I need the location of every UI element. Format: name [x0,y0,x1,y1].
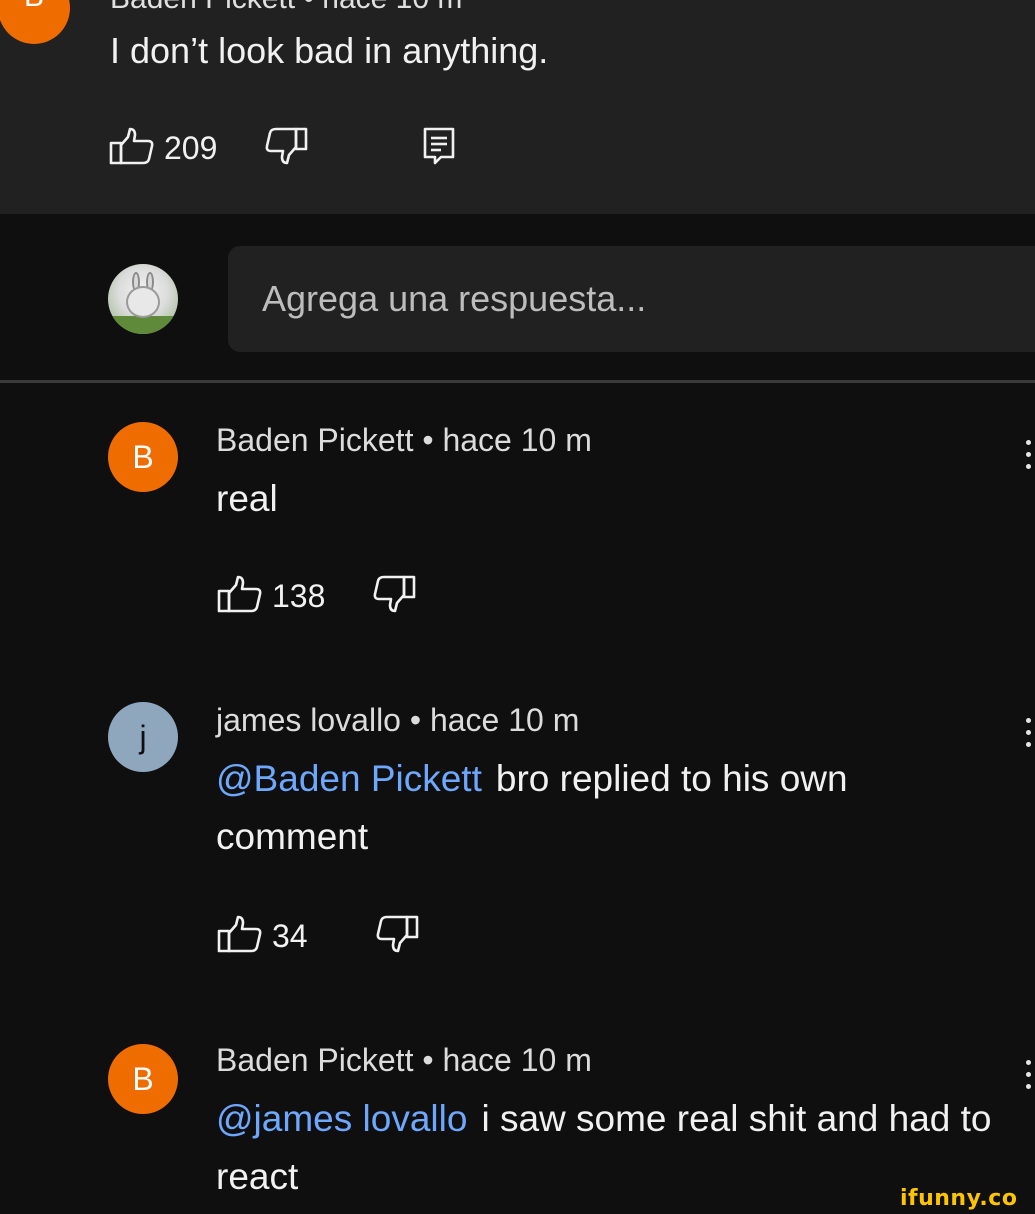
reply-actions: 138 [216,574,417,618]
reply-meta: Baden Pickett • hace 10 m [216,1042,592,1078]
reply-actions: 34 [216,914,420,958]
reply-text: @Baden Pickett bro replied to his own com… [216,750,1006,866]
more-vert-icon[interactable] [1026,440,1034,474]
parent-comment: B Baden Pickett • hace 10 m I don’t look… [0,0,1035,214]
reply-avatar[interactable]: j [108,702,178,772]
thumbs-up-icon[interactable] [108,126,156,171]
reply-text: @james lovallo i saw some real shit and h… [216,1090,1006,1206]
mention-link[interactable]: @james lovallo [216,1098,467,1139]
thumbs-down-icon[interactable] [373,574,417,619]
avatar-grass [108,316,178,334]
reply-meta: james lovallo • hace 10 m [216,702,580,738]
reply-text: real [216,470,278,528]
divider [0,380,1035,383]
watermark: ifunny.co [900,1186,1018,1211]
thumbs-up-icon[interactable] [216,914,264,959]
comment-icon[interactable] [421,126,457,171]
parent-comment-text: I don’t look bad in anything. [110,30,549,71]
like-count: 209 [164,129,218,166]
thumbs-down-icon[interactable] [376,914,420,959]
reply-body: real [216,478,278,519]
thumbs-up-icon[interactable] [216,574,264,619]
parent-comment-meta: Baden Pickett • hace 10 m [110,0,462,16]
parent-comment-actions: 209 [108,126,457,170]
reply-avatar[interactable]: B [108,422,178,492]
reply-avatar[interactable]: B [108,1044,178,1114]
parent-avatar[interactable]: B [0,0,70,44]
mention-link[interactable]: @Baden Pickett [216,758,482,799]
thumbs-down-icon[interactable] [265,126,309,171]
more-vert-icon[interactable] [1026,718,1034,752]
reply-input[interactable] [228,246,1035,352]
like-count: 138 [272,577,326,614]
avatar-bunny [126,286,160,318]
current-user-avatar[interactable] [108,264,178,334]
reply-meta: Baden Pickett • hace 10 m [216,422,592,458]
comment-thread-screen: B Baden Pickett • hace 10 m I don’t look… [0,0,1035,1214]
more-vert-icon[interactable] [1026,1060,1034,1094]
like-count: 34 [272,917,308,954]
